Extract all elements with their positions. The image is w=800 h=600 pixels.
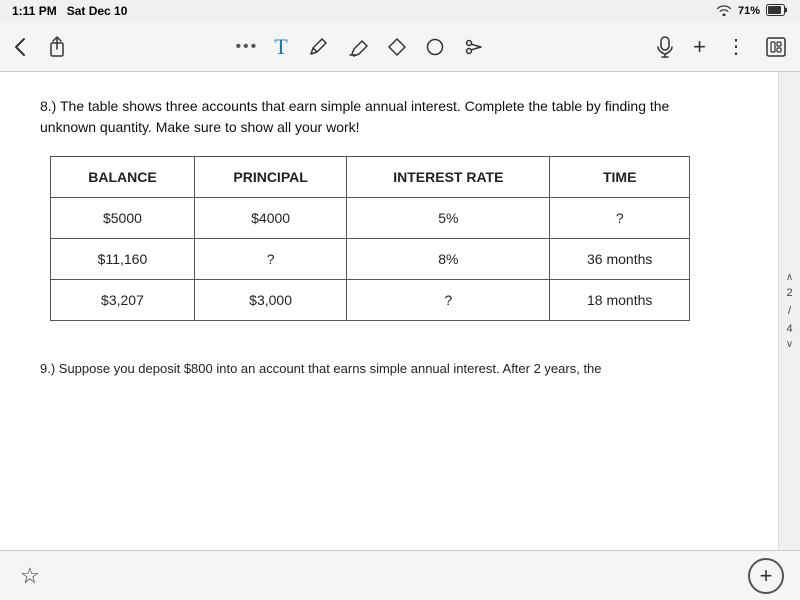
time-display: 1:11 PM — [12, 4, 57, 18]
toolbar-left — [10, 32, 70, 62]
diamond-tool-button[interactable] — [384, 34, 410, 60]
layout-button[interactable] — [762, 33, 790, 61]
question-9-partial-text: 9.) Suppose you deposit $800 into an acc… — [40, 361, 728, 376]
wifi-icon — [716, 4, 732, 19]
col-header-time: TIME — [550, 157, 690, 198]
status-right: 71% — [716, 4, 788, 19]
share-button[interactable] — [44, 32, 70, 62]
row3-interest-rate: ? — [347, 280, 550, 321]
question-8-text: 8.) The table shows three accounts that … — [40, 96, 728, 138]
row1-time: ? — [550, 198, 690, 239]
date-display: Sat Dec 10 — [67, 4, 128, 18]
table-header-row: BALANCE PRINCIPAL INTEREST RATE TIME — [51, 157, 690, 198]
status-left: 1:11 PM Sat Dec 10 — [12, 4, 127, 18]
page-divider: / — [788, 303, 791, 319]
battery-icon — [766, 4, 788, 19]
simple-interest-table: BALANCE PRINCIPAL INTEREST RATE TIME $50… — [50, 156, 690, 321]
scroll-down-icon[interactable]: ∨ — [786, 339, 793, 350]
pen-tool-button[interactable] — [304, 33, 332, 61]
page-number-total: 4 — [786, 321, 792, 337]
row3-time: 18 months — [550, 280, 690, 321]
back-button[interactable] — [10, 33, 30, 61]
battery-level: 71% — [738, 5, 760, 17]
row1-principal: $4000 — [194, 198, 346, 239]
bottom-bar: ☆ + — [0, 550, 800, 600]
status-bar: 1:11 PM Sat Dec 10 71% — [0, 0, 800, 22]
circle-tool-button[interactable] — [422, 34, 448, 60]
more-options-button[interactable]: ⋮ — [722, 30, 750, 63]
table-row: $11,160 ? 8% 36 months — [51, 239, 690, 280]
row2-principal: ? — [194, 239, 346, 280]
bottom-add-button[interactable]: + — [748, 558, 784, 594]
row1-balance: $5000 — [51, 198, 195, 239]
row2-interest-rate: 8% — [347, 239, 550, 280]
toolbar-dots: ••• — [235, 38, 258, 56]
col-header-interest-rate: INTEREST RATE — [347, 157, 550, 198]
row3-principal: $3,000 — [194, 280, 346, 321]
star-button[interactable]: ☆ — [16, 559, 44, 593]
col-header-balance: BALANCE — [51, 157, 195, 198]
table-row: $5000 $4000 5% ? — [51, 198, 690, 239]
content-area: 8.) The table shows three accounts that … — [0, 72, 800, 550]
scroll-up-icon[interactable]: ∧ — [786, 272, 793, 283]
highlighter-tool-button[interactable] — [344, 33, 372, 61]
toolbar-center: ••• T — [235, 30, 487, 64]
sidebar-right: ∧ 2 / 4 ∨ — [778, 72, 800, 550]
row2-balance: $11,160 — [51, 239, 195, 280]
mic-button[interactable] — [653, 32, 677, 62]
table-row: $3,207 $3,000 ? 18 months — [51, 280, 690, 321]
scissors-tool-button[interactable] — [460, 33, 488, 61]
add-button[interactable]: + — [689, 30, 710, 64]
page-number-current: 2 — [786, 285, 792, 301]
col-header-principal: PRINCIPAL — [194, 157, 346, 198]
toolbar: ••• T + ⋮ — [0, 22, 800, 72]
toolbar-right: + ⋮ — [653, 30, 790, 64]
row3-balance: $3,207 — [51, 280, 195, 321]
row2-time: 36 months — [550, 239, 690, 280]
row1-interest-rate: 5% — [347, 198, 550, 239]
page-content: 8.) The table shows three accounts that … — [0, 72, 778, 550]
text-tool-button[interactable]: T — [270, 30, 291, 64]
